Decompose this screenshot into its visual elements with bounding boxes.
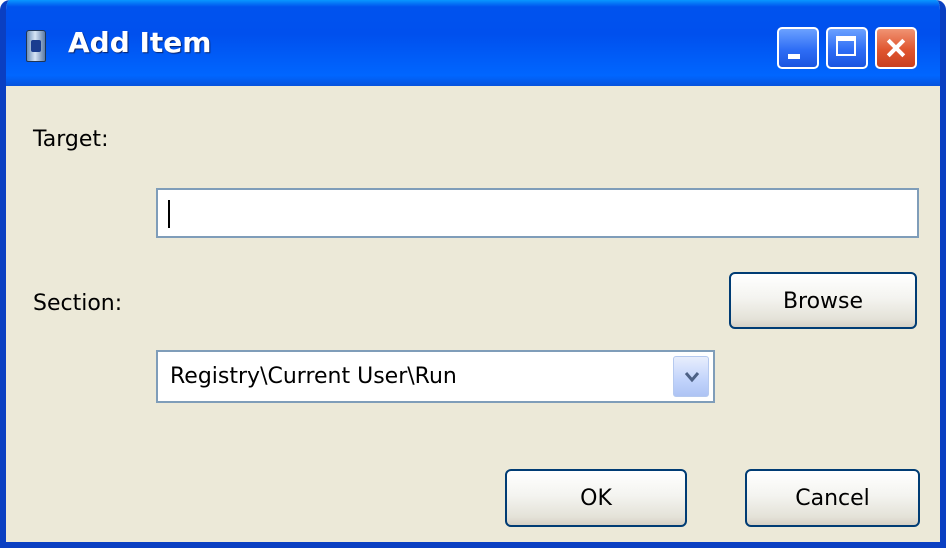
target-input[interactable] [156,188,919,238]
app-icon [26,30,46,62]
maximize-button[interactable] [826,27,868,69]
section-select[interactable]: Registry\Current User\Run [156,350,715,403]
browse-button[interactable]: Browse [729,272,917,329]
cancel-button[interactable]: Cancel [745,469,920,527]
title-bar[interactable]: Add Item [6,0,940,86]
text-caret [168,200,170,228]
target-label: Target: [33,127,109,152]
window-title: Add Item [68,26,212,59]
ok-button[interactable]: OK [505,469,687,527]
minimize-button[interactable] [777,27,819,69]
close-button[interactable] [875,27,917,69]
dropdown-button[interactable] [673,356,709,397]
section-label: Section: [33,291,123,316]
section-select-value: Registry\Current User\Run [170,364,457,389]
chevron-down-icon [684,372,700,383]
